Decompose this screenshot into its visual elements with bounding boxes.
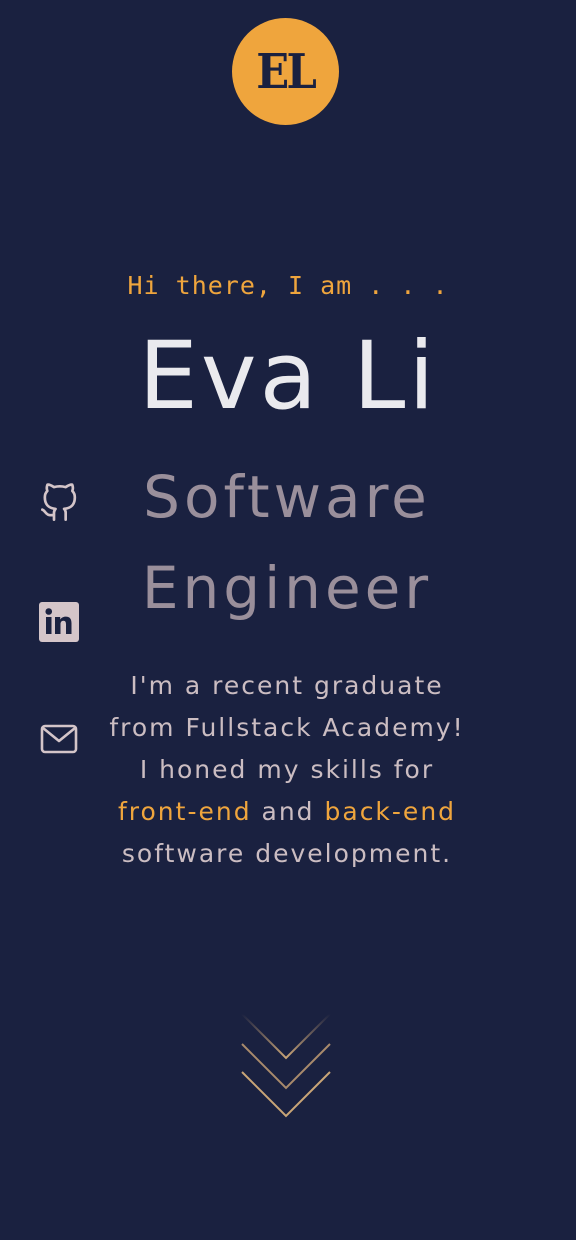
email-link[interactable] xyxy=(36,716,82,762)
greeting-text: Hi there, I am . . . xyxy=(127,271,449,300)
logo-button[interactable]: EL xyxy=(232,18,339,125)
job-title-line-2: Engineer xyxy=(141,554,433,622)
bio-text-2: and xyxy=(251,797,325,826)
linkedin-icon xyxy=(39,602,79,642)
github-icon xyxy=(41,483,77,521)
scroll-down-button[interactable] xyxy=(238,1010,334,1122)
page: EL Hi there, I am . . . Eva Li Software … xyxy=(0,0,576,1240)
linkedin-link[interactable] xyxy=(36,599,82,645)
bio-text-1: I'm a recent graduate from Fullstack Aca… xyxy=(109,671,465,784)
github-link[interactable] xyxy=(36,480,82,526)
job-title: Software Engineer xyxy=(112,452,462,634)
bio-paragraph: I'm a recent graduate from Fullstack Aca… xyxy=(108,665,466,875)
bio-text-3: software development. xyxy=(121,839,453,868)
chevron-down-icon xyxy=(241,1013,331,1118)
bio-highlight-frontend: front-end xyxy=(117,797,252,826)
name-heading: Eva Li xyxy=(138,322,438,431)
mail-icon xyxy=(40,724,78,754)
bio-highlight-backend: back-end xyxy=(324,797,457,826)
job-title-line-1: Software xyxy=(143,463,431,531)
logo-text: EL xyxy=(256,43,318,100)
